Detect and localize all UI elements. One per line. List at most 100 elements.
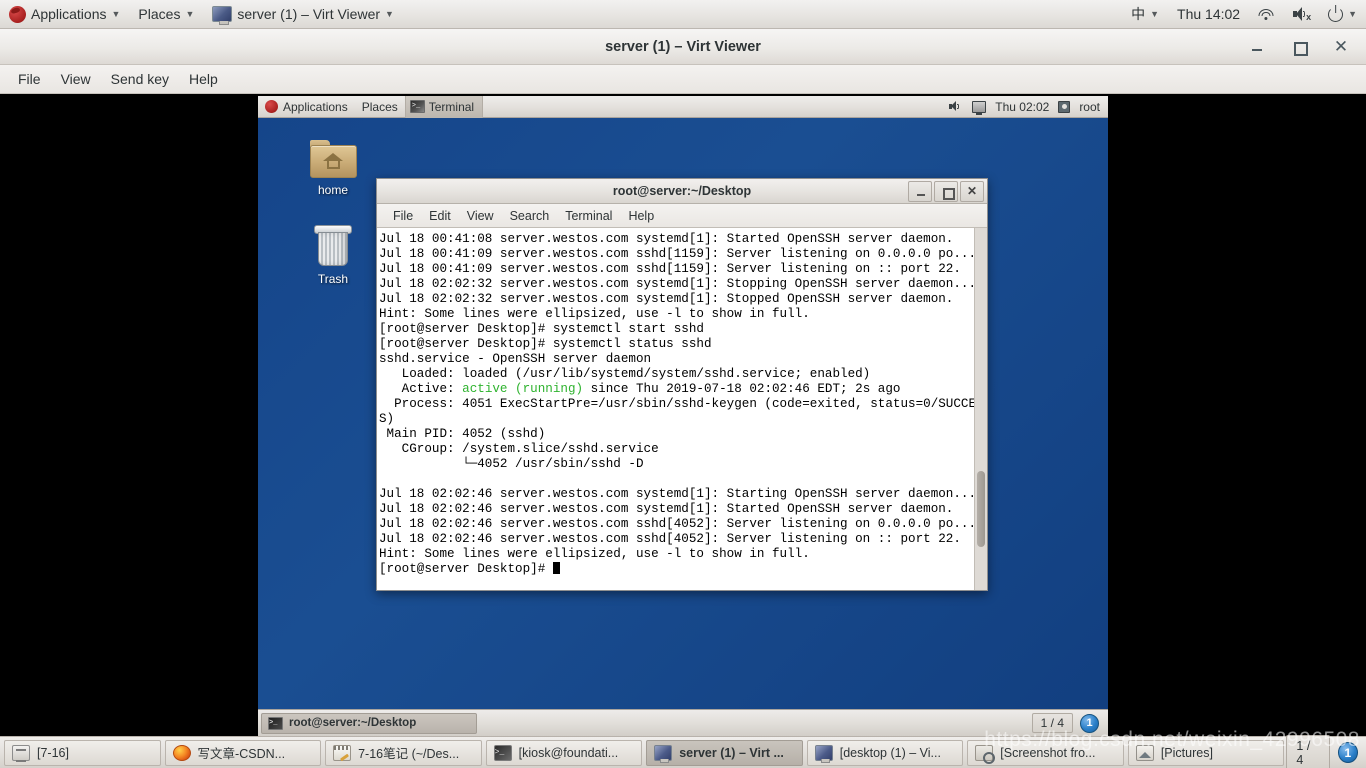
taskbar-item-label: [Pictures]	[1160, 745, 1213, 760]
terminal-line: └─4052 /usr/sbin/sshd -D	[379, 457, 644, 471]
terminal-line: CGroup: /system.slice/sshd.service	[379, 442, 659, 456]
taskbar-item-label: 7-16笔记 (~/Des...	[358, 747, 460, 761]
terminal-menu-edit[interactable]: Edit	[421, 204, 459, 228]
taskbar-item[interactable]: [7-16]	[4, 739, 161, 766]
taskbar-item[interactable]: [Pictures]	[1127, 739, 1285, 766]
terminal-line: [root@server Desktop]# systemctl start s…	[379, 322, 704, 336]
vm-bottom-panel-right: 1 / 4 1	[1031, 713, 1105, 733]
chevron-down-icon: ▼	[185, 8, 195, 19]
virt-viewer-menubar: File View Send key Help	[0, 65, 1366, 94]
menu-help[interactable]: Help	[179, 65, 228, 94]
menu-view[interactable]: View	[51, 65, 101, 94]
terminal-line: Jul 18 00:41:09 server.westos.com sshd[1…	[379, 262, 961, 276]
vm-clock-label[interactable]: Thu 02:02	[995, 100, 1049, 114]
gedit-icon	[333, 744, 352, 761]
menu-send-key[interactable]: Send key	[101, 65, 179, 94]
vm-user-label[interactable]: root	[1079, 100, 1100, 114]
terminal-line: Hint: Some lines were ellipsized, use -l…	[379, 307, 810, 321]
trash-icon	[313, 223, 353, 267]
minimize-icon[interactable]	[1248, 38, 1266, 56]
screenshot-icon	[975, 744, 996, 764]
terminal-line: Jul 18 02:02:46 server.westos.com system…	[379, 487, 974, 501]
taskbar-item-label: 写文章-CSDN...	[197, 747, 286, 761]
vm-taskbar-item-terminal[interactable]: >_ root@server:~/Desktop	[261, 712, 477, 734]
volume-icon[interactable]	[949, 101, 963, 112]
close-icon[interactable]: ✕	[960, 180, 984, 202]
desktop-icon-label: Trash	[317, 272, 349, 286]
maximize-icon[interactable]	[1290, 38, 1308, 56]
close-icon[interactable]: ✕	[1332, 37, 1350, 56]
terminal-menu-help[interactable]: Help	[620, 204, 662, 228]
terminal-line: Jul 18 00:41:08 server.westos.com system…	[379, 232, 954, 246]
host-workspace-switcher[interactable]: 1 / 4	[1286, 734, 1330, 768]
host-panel-status-area: 中 ▼ Thu 14:02 x ▼	[1122, 0, 1366, 29]
vm-top-panel: Applications Places >_ Terminal Thu 02:0…	[258, 96, 1108, 118]
system-menu[interactable]: ▼	[1319, 0, 1366, 29]
vm-applications-menu[interactable]: Applications	[258, 96, 355, 118]
terminal-menu-search[interactable]: Search	[502, 204, 558, 228]
terminal-cursor	[552, 562, 561, 574]
desktop-icon-trash[interactable]: Trash	[295, 223, 371, 287]
host-applications-label: Applications	[31, 6, 107, 22]
taskbar-item[interactable]: 写文章-CSDN...	[164, 739, 322, 766]
files-icon	[12, 744, 30, 762]
wifi-icon	[1258, 8, 1274, 21]
terminal-menu-file[interactable]: File	[385, 204, 421, 228]
host-applications-menu[interactable]: Applications ▼	[0, 0, 129, 29]
vm-workspace-switcher[interactable]: 1 / 4	[1031, 713, 1073, 733]
desktop-icon-label: home	[317, 183, 349, 197]
terminal-line: Main PID: 4052 (sshd)	[379, 427, 546, 441]
host-notification-badge[interactable]: 1	[1337, 742, 1358, 763]
pictures-icon	[1135, 744, 1154, 761]
taskbar-item-label: server (1) – Virt ...	[679, 745, 784, 760]
taskbar-item[interactable]: >_ [kiosk@foundati...	[485, 739, 643, 766]
terminal-line: Jul 18 02:02:46 server.westos.com system…	[379, 502, 954, 516]
terminal-line: Hint: Some lines were ellipsized, use -l…	[379, 547, 810, 561]
chevron-down-icon: ▼	[111, 8, 121, 19]
network-indicator[interactable]	[1249, 0, 1283, 29]
chevron-down-icon: ▼	[385, 8, 394, 19]
host-clock[interactable]: Thu 14:02	[1168, 0, 1249, 29]
minimize-icon[interactable]	[908, 180, 932, 202]
vm-active-window-button[interactable]: >_ Terminal	[404, 96, 484, 118]
maximize-icon[interactable]	[934, 180, 958, 202]
taskbar-item-label: [desktop (1) – Vi...	[839, 745, 941, 760]
taskbar-item[interactable]: 7-16笔记 (~/Des...	[325, 739, 482, 766]
host-places-label: Places	[138, 6, 181, 22]
terminal-window: root@server:~/Desktop ✕ File Edit View S…	[376, 178, 988, 591]
host-window-menu[interactable]: server (1) – Virt Viewer ▼	[203, 0, 403, 29]
taskbar-item[interactable]: [desktop (1) – Vi...	[806, 739, 964, 766]
vm-notification-badge[interactable]: 1	[1080, 713, 1099, 733]
terminal-line: [root@server Desktop]# systemctl status …	[379, 337, 712, 351]
user-icon	[1058, 100, 1071, 113]
terminal-line: Active: active (running) since Thu 2019-…	[379, 382, 901, 396]
vm-places-menu[interactable]: Places	[355, 96, 405, 118]
terminal-line: Jul 18 00:41:09 server.westos.com sshd[1…	[379, 247, 974, 261]
terminal-output[interactable]: Jul 18 00:41:08 server.westos.com system…	[377, 228, 974, 590]
host-places-menu[interactable]: Places ▼	[129, 0, 203, 29]
vm-bottom-panel: >_ root@server:~/Desktop 1 / 4 1	[258, 709, 1108, 736]
terminal-line: Jul 18 02:02:46 server.westos.com sshd[4…	[379, 517, 974, 531]
terminal-titlebar[interactable]: root@server:~/Desktop ✕	[377, 179, 987, 204]
redhat-logo-icon	[9, 5, 26, 23]
terminal-scrollbar[interactable]	[974, 228, 987, 590]
menu-file[interactable]: File	[8, 65, 51, 94]
terminal-menu-terminal[interactable]: Terminal	[557, 204, 620, 228]
desktop-icon-home[interactable]: home	[295, 140, 371, 198]
terminal-scrollbar-thumb[interactable]	[977, 470, 985, 547]
input-method-indicator[interactable]: 中 ▼	[1122, 0, 1168, 29]
chevron-down-icon: ▼	[1150, 8, 1160, 19]
host-clock-label: Thu 14:02	[1177, 6, 1241, 22]
terminal-line: Process: 4051 ExecStartPre=/usr/sbin/ssh…	[379, 397, 974, 411]
virt-viewer-icon	[654, 744, 673, 763]
virt-viewer-titlebar[interactable]: server (1) – Virt Viewer ✕	[0, 29, 1366, 65]
host-taskbar-right: 1 / 4 1	[1286, 734, 1364, 768]
terminal-line: Jul 18 02:02:32 server.westos.com system…	[379, 292, 954, 306]
virt-viewer-icon	[814, 744, 833, 763]
network-icon[interactable]	[972, 100, 987, 115]
taskbar-item-active[interactable]: server (1) – Virt ...	[646, 739, 803, 766]
terminal-menu-view[interactable]: View	[459, 204, 502, 228]
taskbar-item[interactable]: [Screenshot fro...	[967, 739, 1124, 766]
power-icon	[1328, 6, 1344, 22]
volume-indicator[interactable]: x	[1283, 0, 1319, 29]
